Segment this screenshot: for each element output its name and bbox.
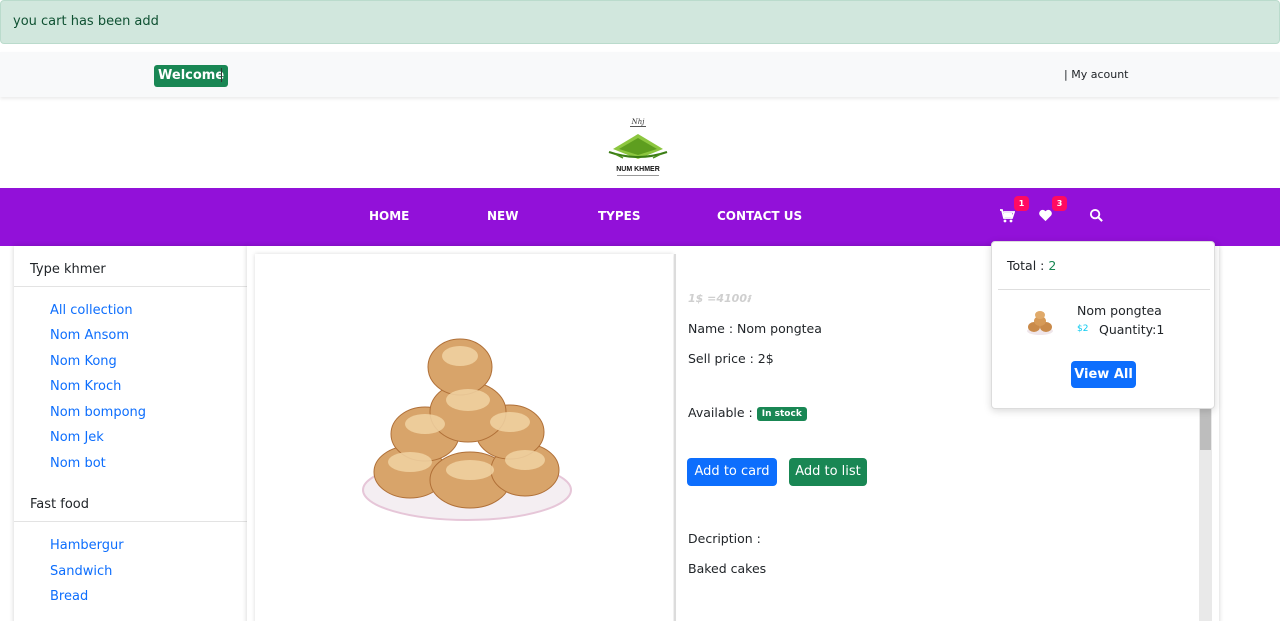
nav-contact-us[interactable]: CONTACT US bbox=[717, 209, 802, 223]
scrollbar-thumb[interactable] bbox=[1200, 408, 1211, 450]
divider bbox=[14, 521, 248, 522]
availability-label: Available : bbox=[688, 405, 753, 420]
description-label: Decription : bbox=[688, 531, 761, 546]
exchange-rate-text: 1$ =4100៛ bbox=[688, 292, 751, 305]
category-link[interactable]: Nom Ansom bbox=[50, 328, 129, 343]
add-to-list-button[interactable]: Add to list bbox=[789, 458, 867, 486]
stock-badge: In stock bbox=[756, 406, 807, 421]
cart-item-thumbnail bbox=[1027, 311, 1053, 335]
my-account-link[interactable]: | My acount bbox=[1064, 68, 1128, 81]
category-heading: Fast food bbox=[30, 497, 89, 512]
category-link[interactable]: Nom Jek bbox=[50, 430, 104, 445]
add-to-cart-button[interactable]: Add to card bbox=[687, 458, 777, 486]
logo-text: NUM KHMER bbox=[616, 166, 660, 173]
cart-item-name: Nom pongtea bbox=[1077, 303, 1162, 318]
cart-item-price: $2 bbox=[1077, 324, 1089, 334]
category-link[interactable]: All collection bbox=[50, 303, 133, 318]
nav-home[interactable]: HOME bbox=[369, 209, 409, 223]
category-heading: Type khmer bbox=[30, 262, 106, 277]
svg-text:Nhj: Nhj bbox=[631, 118, 646, 126]
cart-added-alert: you cart has been add bbox=[0, 0, 1280, 44]
product-price: Sell price : 2$ bbox=[688, 351, 774, 366]
cart-total: Total : 2 bbox=[1007, 258, 1056, 273]
cart-icon[interactable] bbox=[999, 208, 1016, 224]
view-all-button[interactable]: View All bbox=[1071, 361, 1136, 388]
product-name: Name : Nom pongtea bbox=[688, 321, 822, 336]
separator bbox=[221, 68, 222, 82]
product-image bbox=[362, 338, 572, 521]
category-link[interactable]: Nom bompong bbox=[50, 405, 146, 420]
category-link[interactable]: Sandwich bbox=[50, 564, 112, 579]
category-sidebar: Type khmer All collection Nom Ansom Nom … bbox=[14, 246, 248, 621]
cart-total-value: 2 bbox=[1048, 258, 1057, 273]
category-link[interactable]: Nom Kroch bbox=[50, 379, 121, 394]
cart-count-badge: 1 bbox=[1014, 196, 1029, 211]
divider bbox=[998, 289, 1210, 290]
wishlist-count-badge: 3 bbox=[1052, 196, 1067, 211]
search-icon[interactable] bbox=[1089, 208, 1105, 224]
nav-new[interactable]: NEW bbox=[487, 209, 518, 223]
description-text: Baked cakes bbox=[688, 561, 767, 576]
main-nav: HOME NEW TYPES CONTACT US 1 3 bbox=[0, 188, 1280, 246]
category-link[interactable]: Bread bbox=[50, 589, 88, 604]
nav-types[interactable]: TYPES bbox=[598, 209, 641, 223]
top-bar: Welcome | My acount bbox=[0, 52, 1280, 97]
cart-total-label: Total : bbox=[1007, 258, 1045, 273]
availability: Available : In stock bbox=[688, 405, 807, 421]
divider bbox=[14, 286, 248, 287]
cart-item-quantity: Quantity:1 bbox=[1099, 322, 1165, 337]
cart-dropdown: Total : 2 Nom pongtea $2 Quantity:1 View… bbox=[991, 241, 1215, 409]
welcome-badge: Welcome bbox=[154, 65, 229, 87]
brand-logo[interactable]: Nhj NUM KHMER bbox=[603, 114, 673, 182]
category-link[interactable]: Hambergur bbox=[50, 538, 124, 553]
category-link[interactable]: Nom bot bbox=[50, 456, 106, 471]
category-link[interactable]: Nom Kong bbox=[50, 354, 117, 369]
product-image-panel bbox=[255, 254, 673, 621]
panel-divider bbox=[674, 254, 676, 621]
heart-icon[interactable] bbox=[1038, 208, 1054, 224]
